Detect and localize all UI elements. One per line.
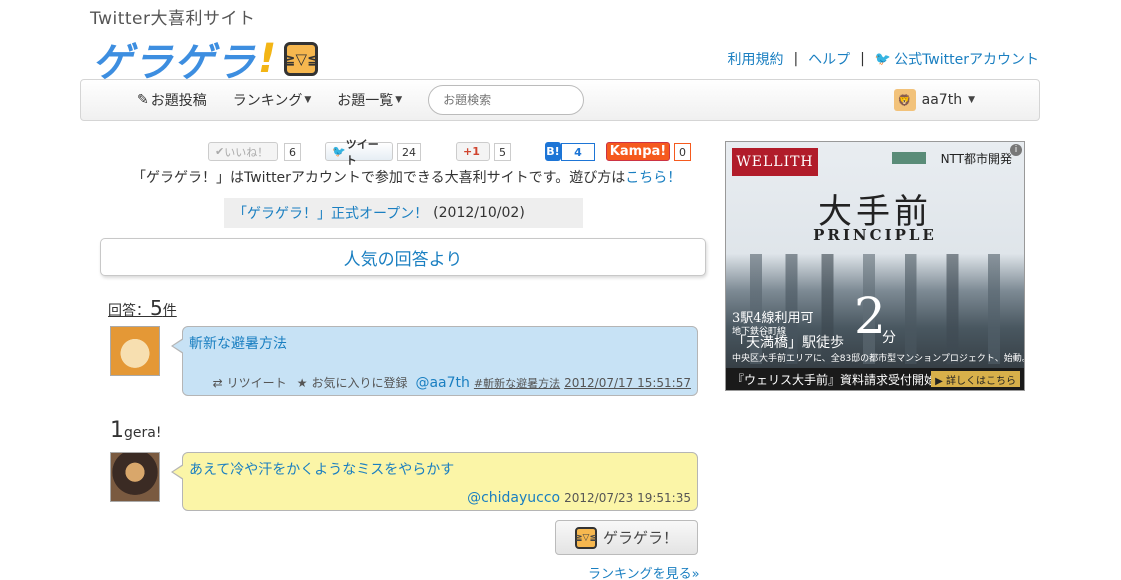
answer-count-number: 5 (150, 296, 163, 320)
gera-count: 1gera! (110, 418, 161, 443)
user-link[interactable]: @aa7th (415, 375, 469, 391)
nav-post-topic[interactable]: ✎ お題投稿 (137, 90, 207, 110)
gplus-label: +1 (463, 145, 480, 158)
user-menu[interactable]: 🦁 aa7th ▼ (893, 89, 975, 111)
answer-count-unit: 件 (162, 303, 177, 319)
ad-line4: 中央区大手前エリアに、全83邸の都市型マンションプロジェクト、始動。 (732, 354, 1025, 364)
kampa-button[interactable]: Kampa! (606, 142, 670, 161)
official-twitter-link[interactable]: 🐦 公式Twitterアカウント (875, 49, 1039, 69)
like-button[interactable]: ✔ いいね！ (208, 142, 278, 161)
ad-subtitle: PRINCIPLE (813, 226, 937, 244)
user-link[interactable]: @chidayucco (467, 490, 560, 506)
top-links: 利用規約 | ヘルプ | 🐦 公式Twitterアカウント (727, 49, 1039, 69)
gera-count-unit: gera! (124, 425, 162, 441)
link-separator: | (860, 51, 865, 67)
advertisement-banner[interactable]: WELLITH NTT都市開発 i 大手前 PRINCIPLE 3駅4線利用可 … (725, 141, 1025, 391)
bubble-tail-fill (173, 465, 184, 479)
ad-corp-mark (892, 152, 926, 164)
navbar: ✎ お題投稿 ランキング ▼ お題一覧 ▼ 🦁 aa7th ▼ (80, 79, 1040, 121)
social-buttons: ✔ いいね！ 6 🐦 ツイート 24 +1 5 B! 4 Kampa! 0 (208, 138, 698, 167)
retweet-link[interactable]: リツイート (227, 374, 287, 391)
link-separator: | (793, 51, 799, 67)
answer-count-label: 回答： (108, 303, 150, 319)
gera-button-label: ゲラゲラ！ (602, 529, 678, 547)
twitter-bird-icon: 🐦 (332, 145, 346, 158)
intro-text: 「ゲラゲラ！」はTwitterアカウントで参加できる大喜利サイトです。遊び方はこ… (132, 167, 681, 187)
laughing-face-icon: ≧▽≦ (574, 526, 597, 549)
logo-bang: ! (258, 36, 277, 82)
topic-link[interactable]: 斬新な避暑方法 (189, 333, 287, 353)
caret-down-icon: ▼ (968, 95, 975, 105)
caret-down-icon: ▼ (395, 95, 403, 105)
ad-cta-text: 『ウェリス大手前』資料請求受付開始 (732, 372, 937, 387)
news-date: (2012/10/02) (433, 205, 525, 221)
ad-cta-bar: 『ウェリス大手前』資料請求受付開始 ▶ 詳しくはこちら (726, 368, 1024, 390)
nav-ranking-label: ランキング (232, 93, 303, 109)
pencil-icon: ✎ (137, 92, 149, 108)
post-meta: ⇄ リツイート ★ お気に入りに登録 @aa7th #斬新な避暑方法 2012/… (213, 374, 691, 391)
laughing-face-icon: ≧▽≦ (283, 42, 320, 76)
avatar[interactable] (110, 326, 160, 376)
tweet-button[interactable]: 🐦 ツイート (325, 138, 393, 167)
ad-info-icon[interactable]: i (1010, 144, 1022, 156)
twitter-bird-icon: 🐦 (874, 51, 892, 67)
ad-minutes-unit: 分 (882, 330, 896, 346)
nav-topics-dropdown[interactable]: お題一覧 ▼ (337, 90, 402, 110)
star-icon: ★ (296, 375, 308, 390)
caret-down-icon: ▼ (304, 95, 312, 105)
timestamp: 2012/07/23 19:51:35 (564, 491, 691, 505)
post-meta: @chidayucco 2012/07/23 19:51:35 (467, 490, 691, 506)
official-twitter-label: 公式Twitterアカウント (894, 52, 1039, 68)
answer-text: あえて冷や汗をかくようなミスをやらかす (189, 462, 455, 478)
like-label: いいね！ (224, 145, 269, 159)
kampa-count: 0 (674, 143, 691, 161)
help-link[interactable]: ヘルプ (808, 49, 850, 69)
nav-post-label: お題投稿 (150, 93, 207, 109)
intro-body: 「ゲラゲラ！」はTwitterアカウントで参加できる大喜利サイトです。遊び方は (132, 170, 626, 186)
site-subtitle: Twitter大喜利サイト (90, 9, 256, 29)
avatar[interactable] (110, 452, 160, 502)
like-count: 6 (284, 143, 301, 161)
terms-link[interactable]: 利用規約 (727, 49, 783, 69)
timestamp-link[interactable]: 2012/07/17 15:51:57 (564, 376, 691, 390)
favorite-link[interactable]: お気に入りに登録 (311, 374, 407, 391)
ad-line3: 「天満橋」駅徒歩 (732, 335, 844, 351)
bubble-tail-fill (173, 339, 184, 353)
section-title: 人気の回答より (100, 238, 706, 276)
how-to-play-link[interactable]: こちら！ (625, 170, 681, 186)
check-icon: ✔ (215, 145, 225, 158)
tweet-count: 24 (397, 143, 421, 161)
gera-count-number: 1 (110, 418, 124, 443)
nav-topics-label: お題一覧 (337, 93, 394, 109)
answer-bubble: あえて冷や汗をかくようなミスをやらかす @chidayucco 2012/07/… (182, 452, 698, 511)
retweet-icon: ⇄ (212, 375, 223, 390)
gera-button[interactable]: ≧▽≦ ゲラゲラ！ (555, 520, 698, 555)
gplus-button[interactable]: +1 (456, 142, 490, 161)
topic-search-input[interactable] (428, 85, 585, 115)
hatena-bookmark-button[interactable]: B! (545, 142, 561, 161)
view-ranking-link[interactable]: ランキングを見る» (588, 563, 700, 580)
user-avatar: 🦁 (893, 89, 916, 111)
ad-brand-logo: WELLITH (732, 148, 818, 176)
gplus-count: 5 (494, 143, 511, 161)
ad-details-button[interactable]: ▶ 詳しくはこちら (931, 371, 1020, 387)
tweet-label: ツイート (345, 137, 379, 167)
answer-bubble: 斬新な避暑方法 ⇄ リツイート ★ お気に入りに登録 @aa7th #斬新な避暑… (182, 326, 698, 396)
nav-ranking-dropdown[interactable]: ランキング ▼ (233, 90, 312, 110)
answer-count[interactable]: 回答：5件 (108, 296, 177, 320)
news-box: 「ゲラゲラ！」正式オープン！ (2012/10/02) (224, 198, 583, 228)
hatena-count: 4 (561, 143, 595, 161)
user-name: aa7th (921, 92, 963, 108)
ad-corp-name: NTT都市開発 (940, 152, 1012, 166)
hashtag-link[interactable]: #斬新な避暑方法 (474, 375, 560, 391)
news-link[interactable]: 「ゲラゲラ！」正式オープン！ (233, 203, 428, 223)
